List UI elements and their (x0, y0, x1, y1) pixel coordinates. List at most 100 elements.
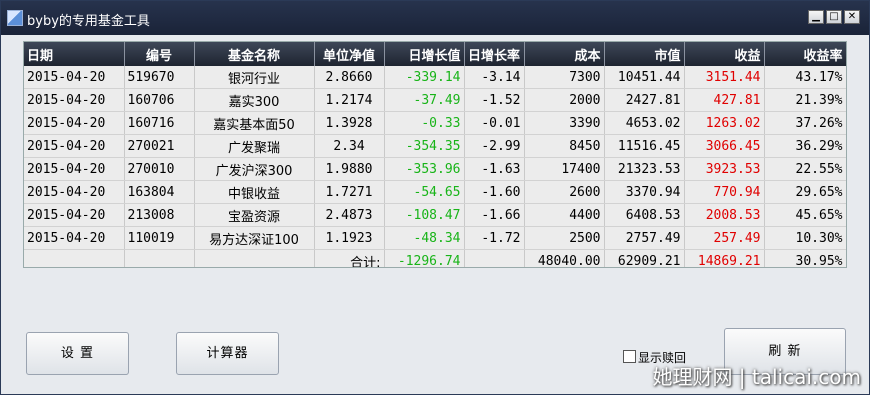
total-label: 合计: (314, 249, 385, 267)
cell-code: 270021 (124, 134, 195, 158)
cell-profit-rate: 29.65% (764, 180, 846, 204)
total-daily-change: -1296.74 (384, 249, 465, 267)
settings-button[interactable]: 设 置 (26, 332, 129, 375)
title-bar[interactable]: byby的专用基金工具 ▁ □ ✕ (1, 1, 869, 35)
cell-date: 2015-04-20 (24, 66, 125, 89)
col-header-nav[interactable]: 单位净值 (314, 42, 385, 66)
cell-profit-rate: 37.26% (764, 111, 846, 135)
cell-code: 160706 (124, 88, 195, 112)
cell-empty (464, 249, 525, 267)
col-header-daily-change[interactable]: 日增长值 (384, 42, 465, 66)
calculator-button[interactable]: 计算器 (176, 332, 279, 375)
fund-table[interactable]: 日期 编号 基金名称 单位净值 日增长值 日增长率 成本 市值 收益 收益率 2… (23, 41, 847, 268)
checkbox-box[interactable] (623, 350, 636, 363)
table-row[interactable]: 2015-04-20 519670 银河行业 2.8660 -339.14 -3… (24, 66, 846, 89)
total-profit-rate: 30.95% (764, 249, 846, 267)
cell-fund-name: 广发聚瑞 (194, 134, 315, 158)
cell-profit-rate: 45.65% (764, 203, 846, 227)
col-header-date[interactable]: 日期 (24, 42, 125, 66)
cell-cost: 2000 (524, 88, 605, 112)
cell-nav: 1.9880 (314, 157, 385, 181)
col-header-fund-name[interactable]: 基金名称 (194, 42, 315, 66)
total-cost: 48040.00 (524, 249, 605, 267)
table-row[interactable]: 2015-04-20 110019 易方达深证100 1.1923 -48.34… (24, 226, 846, 250)
cell-market-value: 6408.53 (604, 203, 685, 227)
watermark-text: 她理财网 | talicai.com (652, 365, 861, 389)
cell-nav: 1.3928 (314, 111, 385, 135)
cell-daily-rate: -0.01 (464, 111, 525, 135)
cell-daily-change: -48.34 (384, 226, 465, 250)
app-icon (7, 10, 23, 26)
table-row[interactable]: 2015-04-20 160706 嘉实300 1.2174 -37.49 -1… (24, 88, 846, 112)
col-header-daily-rate[interactable]: 日增长率 (464, 42, 525, 66)
col-header-market-value[interactable]: 市值 (604, 42, 685, 66)
cell-fund-name: 宝盈资源 (194, 203, 315, 227)
app-window: byby的专用基金工具 ▁ □ ✕ 日期 编号 基金名称 单位净值 日增长值 日… (0, 0, 870, 395)
cell-cost: 3390 (524, 111, 605, 135)
table-row[interactable]: 2015-04-20 163804 中银收益 1.7271 -54.65 -1.… (24, 180, 846, 204)
cell-empty (124, 249, 195, 267)
cell-daily-rate: -1.60 (464, 180, 525, 204)
cell-nav: 1.2174 (314, 88, 385, 112)
cell-daily-change: -353.96 (384, 157, 465, 181)
col-header-profit-rate[interactable]: 收益率 (764, 42, 846, 66)
cell-fund-name: 广发沪深300 (194, 157, 315, 181)
cell-code: 213008 (124, 203, 195, 227)
cell-profit-rate: 43.17% (764, 66, 846, 89)
table-row[interactable]: 2015-04-20 270021 广发聚瑞 2.34 -354.35 -2.9… (24, 134, 846, 158)
window-title: byby的专用基金工具 (27, 14, 150, 29)
cell-fund-name: 中银收益 (194, 180, 315, 204)
cell-market-value: 10451.44 (604, 66, 685, 89)
cell-profit: 770.94 (684, 180, 765, 204)
cell-market-value: 3370.94 (604, 180, 685, 204)
cell-date: 2015-04-20 (24, 134, 125, 158)
cell-fund-name: 银河行业 (194, 66, 315, 89)
cell-profit: 3151.44 (684, 66, 765, 89)
cell-daily-rate: -1.63 (464, 157, 525, 181)
cell-code: 270010 (124, 157, 195, 181)
cell-profit-rate: 22.55% (764, 157, 846, 181)
maximize-button[interactable]: □ (826, 10, 842, 24)
cell-profit: 427.81 (684, 88, 765, 112)
cell-date: 2015-04-20 (24, 203, 125, 227)
col-header-profit[interactable]: 收益 (684, 42, 765, 66)
total-profit: 14869.21 (684, 249, 765, 267)
col-header-cost[interactable]: 成本 (524, 42, 605, 66)
cell-fund-name: 嘉实300 (194, 88, 315, 112)
cell-daily-change: -0.33 (384, 111, 465, 135)
cell-daily-change: -54.65 (384, 180, 465, 204)
cell-empty (24, 249, 125, 267)
cell-date: 2015-04-20 (24, 180, 125, 204)
col-header-code[interactable]: 编号 (124, 42, 195, 66)
cell-profit: 1263.02 (684, 111, 765, 135)
minimize-button[interactable]: ▁ (808, 10, 824, 24)
cell-code: 110019 (124, 226, 195, 250)
table-row[interactable]: 2015-04-20 213008 宝盈资源 2.4873 -108.47 -1… (24, 203, 846, 227)
table-row[interactable]: 2015-04-20 160716 嘉实基本面50 1.3928 -0.33 -… (24, 111, 846, 135)
cell-date: 2015-04-20 (24, 157, 125, 181)
cell-profit-rate: 10.30% (764, 226, 846, 250)
cell-nav: 2.4873 (314, 203, 385, 227)
close-button[interactable]: ✕ (844, 10, 860, 24)
cell-daily-change: -37.49 (384, 88, 465, 112)
cell-code: 519670 (124, 66, 195, 89)
total-row[interactable]: 合计: -1296.74 48040.00 62909.21 14869.21 … (24, 249, 846, 267)
cell-profit: 3066.45 (684, 134, 765, 158)
cell-market-value: 11516.45 (604, 134, 685, 158)
cell-nav: 2.8660 (314, 66, 385, 89)
cell-nav: 1.1923 (314, 226, 385, 250)
cell-profit: 2008.53 (684, 203, 765, 227)
table-header-row: 日期 编号 基金名称 单位净值 日增长值 日增长率 成本 市值 收益 收益率 (24, 42, 846, 66)
cell-date: 2015-04-20 (24, 226, 125, 250)
cell-code: 160716 (124, 111, 195, 135)
cell-fund-name: 易方达深证100 (194, 226, 315, 250)
cell-cost: 8450 (524, 134, 605, 158)
cell-date: 2015-04-20 (24, 111, 125, 135)
cell-profit: 3923.53 (684, 157, 765, 181)
cell-cost: 2500 (524, 226, 605, 250)
cell-market-value: 2427.81 (604, 88, 685, 112)
cell-profit: 257.49 (684, 226, 765, 250)
cell-nav: 2.34 (314, 134, 385, 158)
table-row[interactable]: 2015-04-20 270010 广发沪深300 1.9880 -353.96… (24, 157, 846, 181)
cell-market-value: 2757.49 (604, 226, 685, 250)
